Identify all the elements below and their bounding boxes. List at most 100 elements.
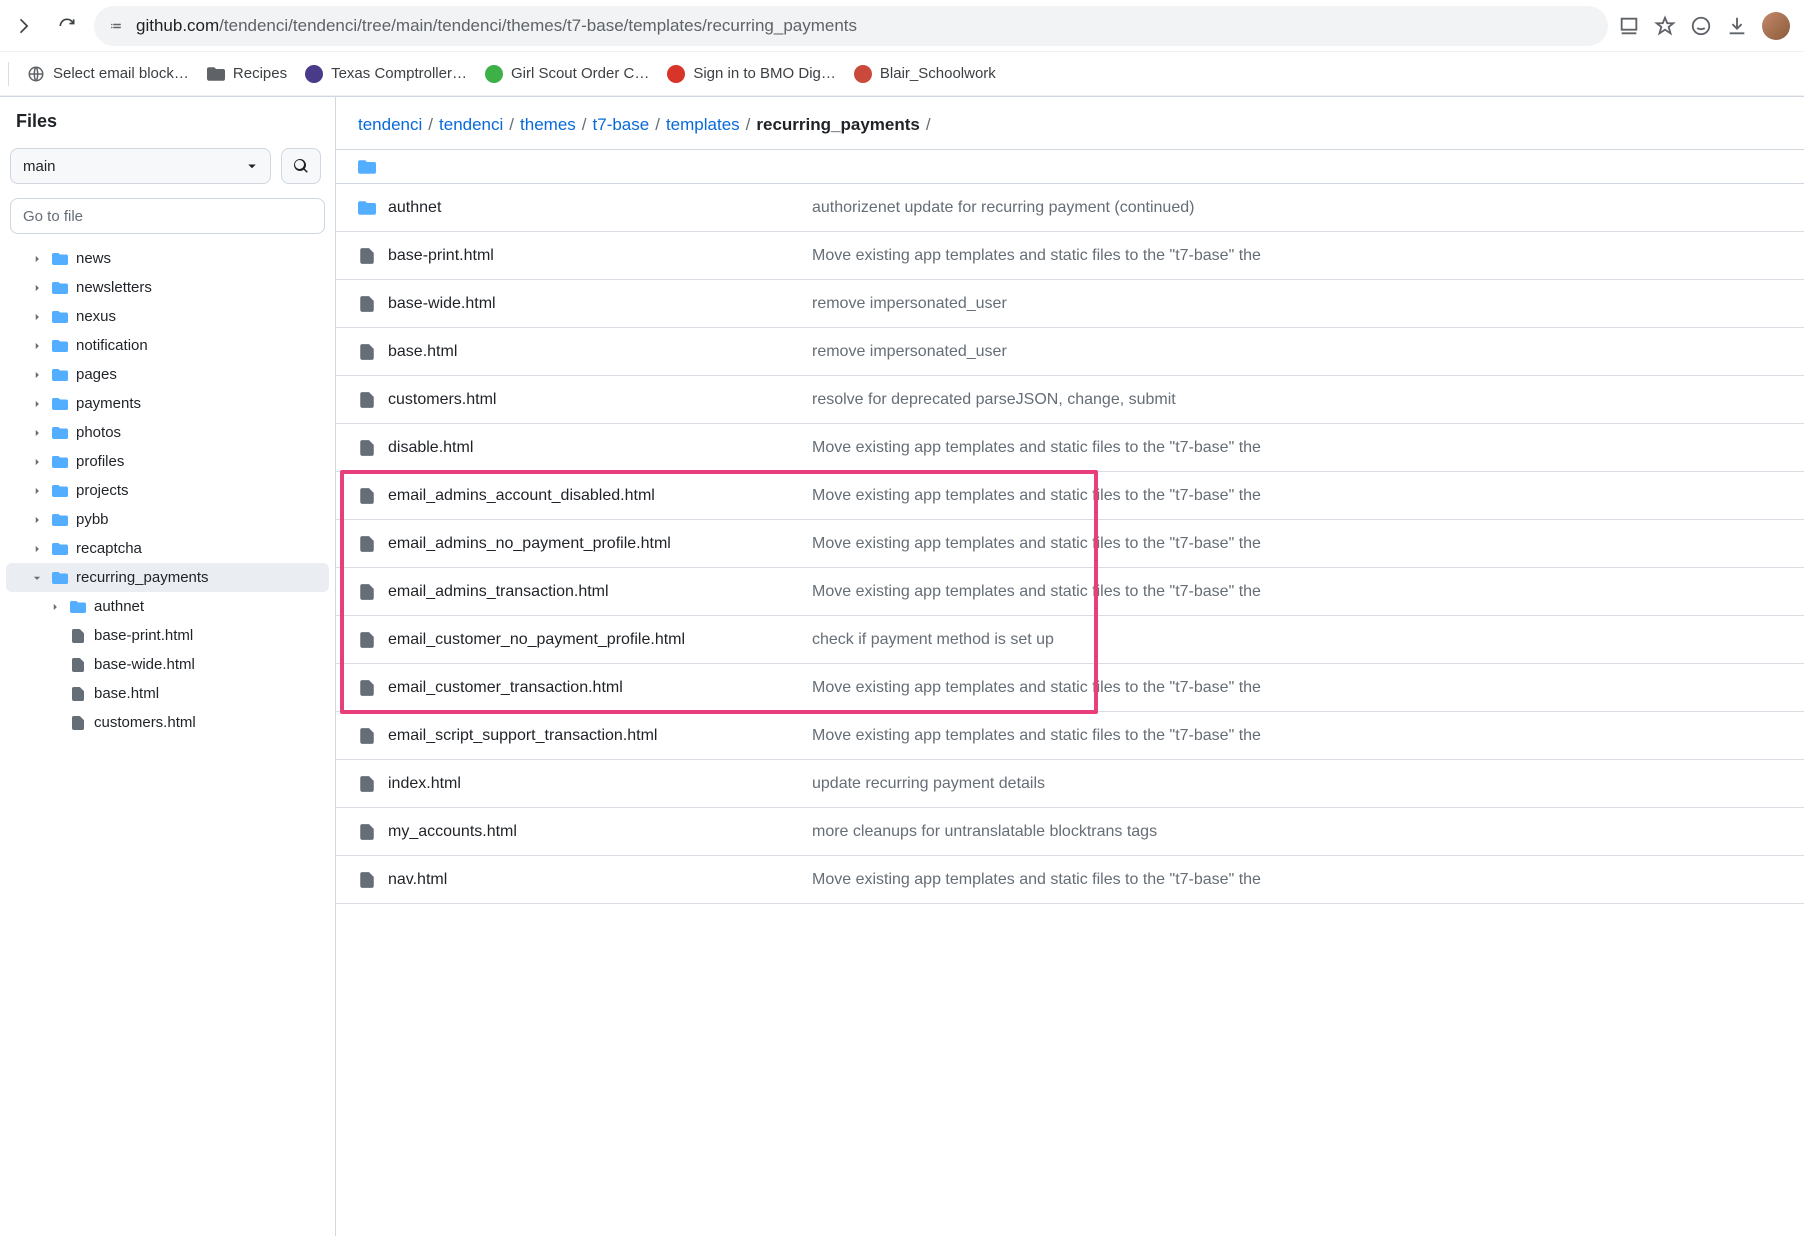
tree-folder[interactable]: profiles — [6, 447, 329, 476]
commit-message[interactable]: Move existing app templates and static f… — [812, 727, 1782, 745]
breadcrumb-separator: / — [426, 115, 435, 135]
tree-item-label: photos — [76, 424, 121, 441]
tree-folder[interactable]: payments — [6, 389, 329, 418]
commit-message[interactable]: remove impersonated_user — [812, 343, 1782, 361]
bookmark-item[interactable]: Sign in to BMO Dig… — [667, 65, 836, 83]
file-row[interactable]: base-print.html Move existing app templat… — [336, 232, 1804, 280]
file-name-link[interactable]: index.html — [388, 775, 461, 793]
commit-message[interactable]: resolve for deprecated parseJSON, change… — [812, 391, 1782, 409]
file-row[interactable]: authnet authorizenet update for recurring… — [336, 184, 1804, 232]
breadcrumb-link[interactable]: tendenci — [358, 115, 422, 135]
bookmark-item[interactable]: Select email block… — [27, 65, 189, 83]
tree-file[interactable]: base-print.html — [6, 621, 329, 650]
tree-item-label: newsletters — [76, 279, 152, 296]
bookmark-item[interactable]: Recipes — [207, 65, 287, 83]
file-row[interactable]: base-wide.html remove impersonated_user — [336, 280, 1804, 328]
breadcrumb-link[interactable]: t7-base — [593, 115, 650, 135]
file-row[interactable]: nav.html Move existing app templates and … — [336, 856, 1804, 904]
file-row[interactable]: email_admins_transaction.html Move existi… — [336, 568, 1804, 616]
chevron-right-icon — [30, 370, 44, 380]
file-name-link[interactable]: base.html — [388, 343, 457, 361]
file-name-link[interactable]: email_script_support_transaction.html — [388, 727, 657, 745]
tree-folder[interactable]: recaptcha — [6, 534, 329, 563]
url-bar[interactable]: github.com/tendenci/tendenci/tree/main/t… — [94, 6, 1608, 46]
tree-file[interactable]: base.html — [6, 679, 329, 708]
install-app-icon[interactable] — [1618, 15, 1640, 37]
bookmark-item[interactable]: Blair_Schoolwork — [854, 65, 996, 83]
commit-message[interactable]: Move existing app templates and static f… — [812, 871, 1782, 889]
tree-folder[interactable]: pybb — [6, 505, 329, 534]
breadcrumb-link[interactable]: themes — [520, 115, 576, 135]
commit-message[interactable]: update recurring payment details — [812, 775, 1782, 793]
file-row[interactable]: email_customer_no_payment_profile.html ch… — [336, 616, 1804, 664]
tree-search-button[interactable] — [281, 148, 321, 184]
file-name-link[interactable]: base-print.html — [388, 247, 494, 265]
file-name-link[interactable]: email_admins_no_payment_profile.html — [388, 535, 671, 553]
file-name-link[interactable]: email_admins_transaction.html — [388, 583, 609, 601]
site-settings-icon — [108, 17, 126, 35]
reload-button[interactable] — [50, 9, 84, 43]
file-name-link[interactable]: email_customer_transaction.html — [388, 679, 623, 697]
tree-file[interactable]: customers.html — [6, 708, 329, 737]
tree-folder[interactable]: news — [6, 244, 329, 273]
commit-message[interactable]: Move existing app templates and static f… — [812, 439, 1782, 457]
commit-message[interactable]: more cleanups for untranslatable blocktr… — [812, 823, 1782, 841]
file-name-link[interactable]: disable.html — [388, 439, 473, 457]
file-name-link[interactable]: email_admins_account_disabled.html — [388, 487, 655, 505]
file-name-link[interactable]: base-wide.html — [388, 295, 496, 313]
file-icon — [358, 391, 376, 409]
tree-folder[interactable]: notification — [6, 331, 329, 360]
breadcrumb-link[interactable]: tendenci — [439, 115, 503, 135]
tree-folder[interactable]: newsletters — [6, 273, 329, 302]
downloads-icon[interactable] — [1726, 15, 1748, 37]
profile-avatar[interactable] — [1762, 12, 1790, 40]
file-row[interactable]: index.html update recurring payment detai… — [336, 760, 1804, 808]
commit-message[interactable]: Move existing app templates and static f… — [812, 487, 1782, 505]
breadcrumb-link[interactable]: templates — [666, 115, 740, 135]
file-icon — [70, 628, 86, 644]
file-row[interactable]: disable.html Move existing app templates … — [336, 424, 1804, 472]
bookmark-label: Sign in to BMO Dig… — [693, 65, 836, 82]
file-name-link[interactable]: my_accounts.html — [388, 823, 517, 841]
tree-folder[interactable]: photos — [6, 418, 329, 447]
file-row[interactable]: customers.html resolve for deprecated par… — [336, 376, 1804, 424]
tree-folder[interactable]: recurring_payments — [6, 563, 329, 592]
url-text: github.com/tendenci/tendenci/tree/main/t… — [136, 16, 857, 36]
file-tree: news newsletters nexusnotificationpagespay… — [0, 242, 335, 1236]
go-to-file-placeholder: Go to file — [23, 208, 83, 225]
bookmark-item[interactable]: Girl Scout Order C… — [485, 65, 649, 83]
commit-message[interactable]: authorizenet update for recurring paymen… — [812, 199, 1782, 217]
file-name-link[interactable]: email_customer_no_payment_profile.html — [388, 631, 685, 649]
file-name-link[interactable]: authnet — [388, 199, 441, 217]
go-to-file-input[interactable]: Go to file — [10, 198, 325, 234]
tree-file[interactable]: base-wide.html — [6, 650, 329, 679]
file-icon — [358, 823, 376, 841]
chevron-right-icon — [30, 399, 44, 409]
file-row[interactable]: email_script_support_transaction.html Mov… — [336, 712, 1804, 760]
chevron-right-icon — [30, 254, 44, 264]
file-name-link[interactable]: customers.html — [388, 391, 496, 409]
file-row[interactable]: my_accounts.html more cleanups for untran… — [336, 808, 1804, 856]
bookmark-star-icon[interactable] — [1654, 15, 1676, 37]
file-name-link[interactable]: nav.html — [388, 871, 447, 889]
tree-folder[interactable]: projects — [6, 476, 329, 505]
commit-message[interactable]: remove impersonated_user — [812, 295, 1782, 313]
commit-message[interactable]: Move existing app templates and static f… — [812, 679, 1782, 697]
parent-dir-row[interactable] — [336, 150, 1804, 184]
file-row[interactable]: email_admins_account_disabled.html Move e… — [336, 472, 1804, 520]
commit-message[interactable]: Move existing app templates and static f… — [812, 247, 1782, 265]
commit-message[interactable]: Move existing app templates and static f… — [812, 583, 1782, 601]
branch-select[interactable]: main — [10, 148, 271, 184]
file-row[interactable]: email_customer_transaction.html Move exis… — [336, 664, 1804, 712]
folder-icon — [52, 483, 68, 499]
forward-button[interactable] — [6, 9, 40, 43]
tree-folder[interactable]: pages — [6, 360, 329, 389]
bookmark-item[interactable]: Texas Comptroller… — [305, 65, 467, 83]
tree-folder[interactable]: authnet — [6, 592, 329, 621]
commit-message[interactable]: check if payment method is set up — [812, 631, 1782, 649]
extension-icon[interactable] — [1690, 15, 1712, 37]
tree-folder[interactable]: nexus — [6, 302, 329, 331]
file-row[interactable]: email_admins_no_payment_profile.html Move… — [336, 520, 1804, 568]
file-row[interactable]: base.html remove impersonated_user — [336, 328, 1804, 376]
commit-message[interactable]: Move existing app templates and static f… — [812, 535, 1782, 553]
